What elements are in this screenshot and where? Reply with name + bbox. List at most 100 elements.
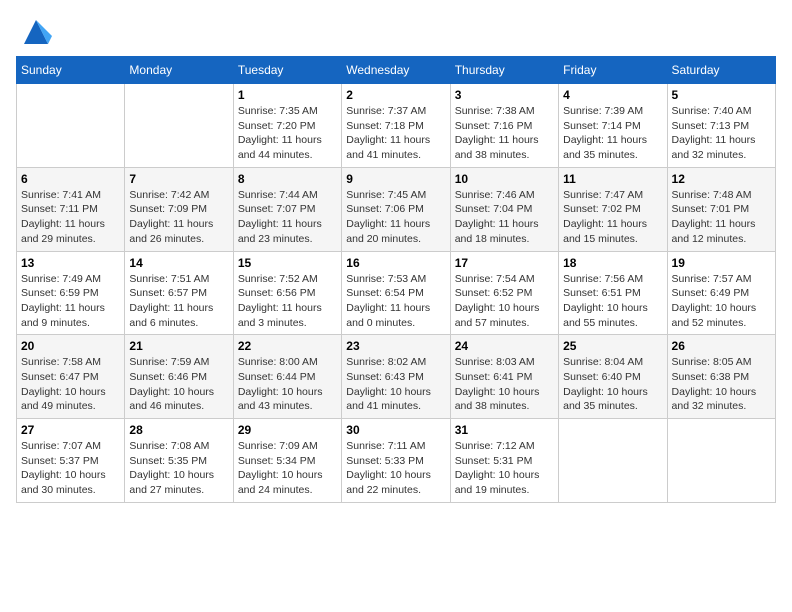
- day-number: 4: [563, 88, 662, 102]
- day-info: Sunrise: 7:59 AMSunset: 6:46 PMDaylight:…: [129, 355, 228, 414]
- day-number: 29: [238, 423, 337, 437]
- calendar-cell: 31Sunrise: 7:12 AMSunset: 5:31 PMDayligh…: [450, 419, 558, 503]
- day-info: Sunrise: 7:35 AMSunset: 7:20 PMDaylight:…: [238, 104, 337, 163]
- day-info: Sunrise: 7:12 AMSunset: 5:31 PMDaylight:…: [455, 439, 554, 498]
- day-info: Sunrise: 7:09 AMSunset: 5:34 PMDaylight:…: [238, 439, 337, 498]
- page-header: [16, 16, 776, 48]
- day-info: Sunrise: 8:05 AMSunset: 6:38 PMDaylight:…: [672, 355, 771, 414]
- calendar-header-row: SundayMondayTuesdayWednesdayThursdayFrid…: [17, 57, 776, 84]
- day-number: 21: [129, 339, 228, 353]
- calendar-cell: 7 Sunrise: 7:42 AMSunset: 7:09 PMDaylight…: [125, 167, 233, 251]
- day-info: Sunrise: 7:51 AMSunset: 6:57 PMDaylight:…: [129, 272, 228, 331]
- calendar-table: SundayMondayTuesdayWednesdayThursdayFrid…: [16, 56, 776, 503]
- day-number: 14: [129, 256, 228, 270]
- calendar-cell: 15 Sunrise: 7:52 AMSunset: 6:56 PMDayligh…: [233, 251, 341, 335]
- day-number: 15: [238, 256, 337, 270]
- calendar-cell: [17, 84, 125, 168]
- day-info: Sunrise: 7:54 AMSunset: 6:52 PMDaylight:…: [455, 272, 554, 331]
- day-info: Sunrise: 7:08 AMSunset: 5:35 PMDaylight:…: [129, 439, 228, 498]
- calendar-cell: 17 Sunrise: 7:54 AMSunset: 6:52 PMDayligh…: [450, 251, 558, 335]
- calendar-header-sunday: Sunday: [17, 57, 125, 84]
- calendar-cell: 2 Sunrise: 7:37 AMSunset: 7:18 PMDaylight…: [342, 84, 450, 168]
- calendar-cell: 13 Sunrise: 7:49 AMSunset: 6:59 PMDayligh…: [17, 251, 125, 335]
- calendar-cell: 21 Sunrise: 7:59 AMSunset: 6:46 PMDayligh…: [125, 335, 233, 419]
- day-number: 5: [672, 88, 771, 102]
- day-number: 10: [455, 172, 554, 186]
- calendar-cell: 23 Sunrise: 8:02 AMSunset: 6:43 PMDayligh…: [342, 335, 450, 419]
- calendar-header-saturday: Saturday: [667, 57, 775, 84]
- day-info: Sunrise: 7:38 AMSunset: 7:16 PMDaylight:…: [455, 104, 554, 163]
- day-info: Sunrise: 7:49 AMSunset: 6:59 PMDaylight:…: [21, 272, 120, 331]
- calendar-cell: 24Sunrise: 8:03 AMSunset: 6:41 PMDayligh…: [450, 335, 558, 419]
- calendar-cell: 25Sunrise: 8:04 AMSunset: 6:40 PMDayligh…: [559, 335, 667, 419]
- calendar-cell: 18Sunrise: 7:56 AMSunset: 6:51 PMDayligh…: [559, 251, 667, 335]
- calendar-week-row: 27 Sunrise: 7:07 AMSunset: 5:37 PMDayligh…: [17, 419, 776, 503]
- day-info: Sunrise: 7:07 AMSunset: 5:37 PMDaylight:…: [21, 439, 120, 498]
- calendar-cell: [125, 84, 233, 168]
- day-info: Sunrise: 7:42 AMSunset: 7:09 PMDaylight:…: [129, 188, 228, 247]
- day-info: Sunrise: 7:48 AMSunset: 7:01 PMDaylight:…: [672, 188, 771, 247]
- day-number: 28: [129, 423, 228, 437]
- day-info: Sunrise: 7:40 AMSunset: 7:13 PMDaylight:…: [672, 104, 771, 163]
- calendar-cell: 27 Sunrise: 7:07 AMSunset: 5:37 PMDayligh…: [17, 419, 125, 503]
- day-number: 1: [238, 88, 337, 102]
- calendar-cell: 30 Sunrise: 7:11 AMSunset: 5:33 PMDayligh…: [342, 419, 450, 503]
- day-number: 17: [455, 256, 554, 270]
- day-number: 26: [672, 339, 771, 353]
- calendar-header-thursday: Thursday: [450, 57, 558, 84]
- day-number: 22: [238, 339, 337, 353]
- calendar-cell: 8Sunrise: 7:44 AMSunset: 7:07 PMDaylight…: [233, 167, 341, 251]
- calendar-cell: 6Sunrise: 7:41 AMSunset: 7:11 PMDaylight…: [17, 167, 125, 251]
- day-info: Sunrise: 7:45 AMSunset: 7:06 PMDaylight:…: [346, 188, 445, 247]
- calendar-cell: 1 Sunrise: 7:35 AMSunset: 7:20 PMDaylight…: [233, 84, 341, 168]
- day-number: 16: [346, 256, 445, 270]
- day-info: Sunrise: 7:37 AMSunset: 7:18 PMDaylight:…: [346, 104, 445, 163]
- day-info: Sunrise: 8:00 AMSunset: 6:44 PMDaylight:…: [238, 355, 337, 414]
- calendar-cell: 10 Sunrise: 7:46 AMSunset: 7:04 PMDayligh…: [450, 167, 558, 251]
- calendar-cell: 5 Sunrise: 7:40 AMSunset: 7:13 PMDaylight…: [667, 84, 775, 168]
- calendar-cell: [559, 419, 667, 503]
- day-info: Sunrise: 8:03 AMSunset: 6:41 PMDaylight:…: [455, 355, 554, 414]
- calendar-header-friday: Friday: [559, 57, 667, 84]
- day-info: Sunrise: 7:47 AMSunset: 7:02 PMDaylight:…: [563, 188, 662, 247]
- calendar-cell: 11 Sunrise: 7:47 AMSunset: 7:02 PMDayligh…: [559, 167, 667, 251]
- calendar-cell: 29 Sunrise: 7:09 AMSunset: 5:34 PMDayligh…: [233, 419, 341, 503]
- day-info: Sunrise: 7:11 AMSunset: 5:33 PMDaylight:…: [346, 439, 445, 498]
- day-number: 2: [346, 88, 445, 102]
- day-number: 3: [455, 88, 554, 102]
- calendar-cell: 28 Sunrise: 7:08 AMSunset: 5:35 PMDayligh…: [125, 419, 233, 503]
- day-number: 23: [346, 339, 445, 353]
- day-info: Sunrise: 7:46 AMSunset: 7:04 PMDaylight:…: [455, 188, 554, 247]
- day-info: Sunrise: 7:53 AMSunset: 6:54 PMDaylight:…: [346, 272, 445, 331]
- day-number: 25: [563, 339, 662, 353]
- day-number: 19: [672, 256, 771, 270]
- day-number: 7: [129, 172, 228, 186]
- calendar-cell: 14 Sunrise: 7:51 AMSunset: 6:57 PMDayligh…: [125, 251, 233, 335]
- calendar-week-row: 13 Sunrise: 7:49 AMSunset: 6:59 PMDayligh…: [17, 251, 776, 335]
- day-number: 20: [21, 339, 120, 353]
- day-number: 27: [21, 423, 120, 437]
- logo-icon: [20, 16, 52, 48]
- calendar-cell: [667, 419, 775, 503]
- calendar-header-monday: Monday: [125, 57, 233, 84]
- calendar-cell: 3 Sunrise: 7:38 AMSunset: 7:16 PMDaylight…: [450, 84, 558, 168]
- calendar-cell: 9 Sunrise: 7:45 AMSunset: 7:06 PMDaylight…: [342, 167, 450, 251]
- day-info: Sunrise: 7:39 AMSunset: 7:14 PMDaylight:…: [563, 104, 662, 163]
- day-number: 12: [672, 172, 771, 186]
- day-info: Sunrise: 8:02 AMSunset: 6:43 PMDaylight:…: [346, 355, 445, 414]
- calendar-week-row: 20 Sunrise: 7:58 AMSunset: 6:47 PMDayligh…: [17, 335, 776, 419]
- day-number: 30: [346, 423, 445, 437]
- day-number: 13: [21, 256, 120, 270]
- day-info: Sunrise: 7:52 AMSunset: 6:56 PMDaylight:…: [238, 272, 337, 331]
- calendar-cell: 16 Sunrise: 7:53 AMSunset: 6:54 PMDayligh…: [342, 251, 450, 335]
- calendar-cell: 4 Sunrise: 7:39 AMSunset: 7:14 PMDaylight…: [559, 84, 667, 168]
- day-info: Sunrise: 7:58 AMSunset: 6:47 PMDaylight:…: [21, 355, 120, 414]
- day-info: Sunrise: 7:56 AMSunset: 6:51 PMDaylight:…: [563, 272, 662, 331]
- day-info: Sunrise: 7:57 AMSunset: 6:49 PMDaylight:…: [672, 272, 771, 331]
- day-number: 11: [563, 172, 662, 186]
- calendar-week-row: 6Sunrise: 7:41 AMSunset: 7:11 PMDaylight…: [17, 167, 776, 251]
- calendar-header-tuesday: Tuesday: [233, 57, 341, 84]
- calendar-header-wednesday: Wednesday: [342, 57, 450, 84]
- day-info: Sunrise: 7:41 AMSunset: 7:11 PMDaylight:…: [21, 188, 120, 247]
- day-number: 9: [346, 172, 445, 186]
